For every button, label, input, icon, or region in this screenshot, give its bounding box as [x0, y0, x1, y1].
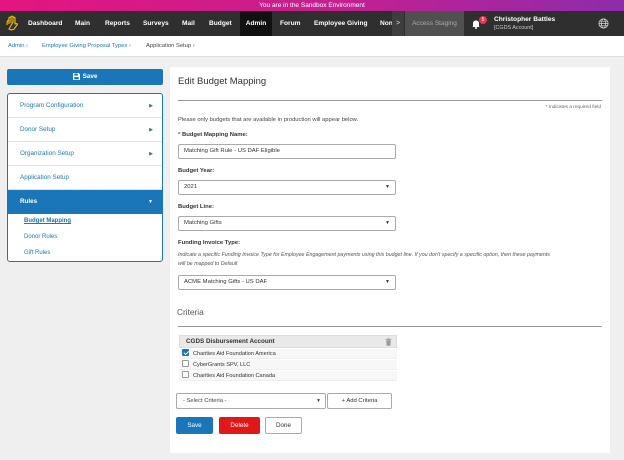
- globe-icon[interactable]: [598, 18, 609, 29]
- required-star: *: [178, 132, 181, 138]
- chevron-right-icon: ▶: [149, 103, 153, 109]
- cgds-option-row[interactable]: Charities Aid Foundation Canada: [179, 371, 397, 381]
- caret-down-icon: ▼: [385, 220, 390, 226]
- nav-employee-giving[interactable]: Employee Giving: [314, 11, 368, 36]
- floppy-disk-icon: [72, 72, 80, 80]
- sidebar-item-label: Organization Setup: [20, 150, 74, 157]
- budget-mapping-name-label-text: Budget Mapping Name:: [181, 132, 248, 138]
- done-button[interactable]: Done: [265, 417, 302, 434]
- budget-line-value: Matching Gifts: [184, 220, 222, 226]
- sidebar-item-label: Program Configuration: [20, 102, 84, 109]
- access-staging-link[interactable]: Access Staging: [405, 11, 464, 36]
- sidebar-subitem-donor-rules[interactable]: Donor Rules: [24, 234, 57, 240]
- sidebar-subitem-budget-mapping[interactable]: Budget Mapping: [24, 218, 71, 224]
- checkbox-checked[interactable]: [182, 349, 189, 356]
- nav-surveys[interactable]: Surveys: [143, 11, 169, 36]
- funding-invoice-type-value: ACME Matching Gifts - US DAF: [184, 279, 268, 285]
- caret-down-icon: ▼: [385, 279, 390, 285]
- budget-year-label: Budget Year:: [178, 168, 215, 174]
- chevron-right-icon: ▶: [149, 127, 153, 133]
- budget-line-select[interactable]: Matching Gifts ▼: [178, 216, 396, 231]
- top-nav: Dashboard Main Reports Surveys Mail Budg…: [0, 11, 624, 36]
- sidebar-item-program-configuration[interactable]: Program Configuration ▶: [8, 94, 162, 118]
- breadcrumb-employee-giving-proposal-types[interactable]: Employee Giving Proposal Types ›: [42, 36, 131, 57]
- caret-down-icon: ▼: [385, 184, 390, 190]
- page-title: Edit Budget Mapping: [178, 76, 267, 87]
- breadcrumb: Admin › Employee Giving Proposal Types ›…: [0, 36, 624, 57]
- cgds-option-label: Charities Aid Foundation America: [193, 351, 276, 357]
- title-divider: [178, 100, 602, 101]
- cgds-disbursement-account-criteria: CGDS Disbursement Account Charities Aid …: [179, 335, 397, 390]
- nav-forum[interactable]: Forum: [280, 11, 301, 36]
- caret-down-icon: ▼: [316, 398, 321, 404]
- nav-reports[interactable]: Reports: [105, 11, 130, 36]
- nav-dashboard[interactable]: Dashboard: [28, 11, 62, 36]
- nav-budget[interactable]: Budget: [209, 11, 232, 36]
- select-criteria-dropdown[interactable]: - Select Criteria - ▼: [176, 393, 326, 409]
- cgds-option-label: Charities Aid Foundation Canada: [193, 373, 276, 379]
- user-menu[interactable]: Christopher Battles [CGDS Account]: [494, 15, 589, 32]
- chevron-down-icon: ▼: [148, 199, 153, 205]
- breadcrumb-admin[interactable]: Admin ›: [8, 36, 28, 57]
- checkbox-unchecked[interactable]: [182, 371, 189, 378]
- sidebar-item-label: Donor Setup: [20, 126, 56, 133]
- delete-button[interactable]: Delete: [219, 417, 260, 434]
- criteria-heading: Criteria: [177, 307, 204, 317]
- nav-mail[interactable]: Mail: [182, 11, 195, 36]
- save-button[interactable]: Save: [176, 417, 213, 434]
- trash-icon[interactable]: [385, 338, 392, 346]
- cgds-option-label: CyberGrants SPV, LLC: [193, 362, 251, 368]
- sidebar-menu: Program Configuration ▶ Donor Setup ▶ Or…: [7, 93, 163, 262]
- criteria-divider: [178, 326, 602, 327]
- nav-main[interactable]: Main: [75, 11, 90, 36]
- funding-invoice-type-select[interactable]: ACME Matching Gifts - US DAF ▼: [178, 275, 396, 290]
- checkbox-unchecked[interactable]: [182, 360, 189, 367]
- user-name: Christopher Battles: [494, 16, 556, 23]
- add-criteria-button[interactable]: + Add Criteria: [327, 393, 392, 409]
- budget-mapping-name-label: * Budget Mapping Name:: [178, 132, 248, 138]
- budget-mapping-name-input[interactable]: Matching Gift Rule - US DAF Eligible: [178, 144, 396, 159]
- notification-badge: 5: [479, 16, 487, 24]
- funding-invoice-help-text: Indicate a specific Funding Invoice Type…: [178, 252, 550, 267]
- select-criteria-value: - Select Criteria -: [183, 398, 227, 404]
- sidebar-item-application-setup[interactable]: Application Setup: [8, 166, 162, 190]
- intro-text: Please only budgets that are available i…: [178, 117, 359, 123]
- required-note: * Indicates a required field: [545, 105, 601, 110]
- nav-admin[interactable]: Admin: [240, 11, 272, 36]
- sidebar-item-organization-setup[interactable]: Organization Setup ▶: [8, 142, 162, 166]
- nav-non[interactable]: Non: [380, 11, 393, 36]
- cgds-option-row[interactable]: CyberGrants SPV, LLC: [179, 360, 397, 370]
- sidebar-item-label: Rules: [20, 198, 38, 205]
- sidebar-save-button[interactable]: Save: [7, 69, 163, 85]
- sidebar-item-rules[interactable]: Rules ▼: [8, 190, 162, 214]
- budget-year-value: 2021: [184, 184, 198, 190]
- chevron-right-icon: ▶: [149, 151, 153, 157]
- sidebar-subitem-gift-rules[interactable]: Gift Rules: [24, 250, 50, 256]
- edit-budget-mapping-panel: Edit Budget Mapping * Indicates a requir…: [170, 67, 610, 453]
- cgds-header: CGDS Disbursement Account: [179, 335, 397, 348]
- cgds-option-row[interactable]: Charities Aid Foundation America: [179, 349, 397, 359]
- breadcrumb-application-setup: Application Setup ›: [146, 43, 195, 49]
- cgds-header-label: CGDS Disbursement Account: [186, 338, 275, 345]
- user-account: [CGDS Account]: [494, 25, 534, 31]
- sidebar-save-label: Save: [82, 73, 98, 80]
- sandbox-banner: You are in the Sandbox Environment: [0, 0, 624, 11]
- hand-logo-icon[interactable]: [4, 15, 20, 31]
- funding-invoice-type-label: Funding Invoice Type:: [178, 240, 241, 246]
- sidebar-item-donor-setup[interactable]: Donor Setup ▶: [8, 118, 162, 142]
- budget-line-label: Budget Line:: [178, 204, 214, 210]
- budget-year-select[interactable]: 2021 ▼: [178, 180, 396, 195]
- nav-more-button[interactable]: >: [392, 11, 404, 36]
- sidebar-item-label: Application Setup: [20, 174, 70, 181]
